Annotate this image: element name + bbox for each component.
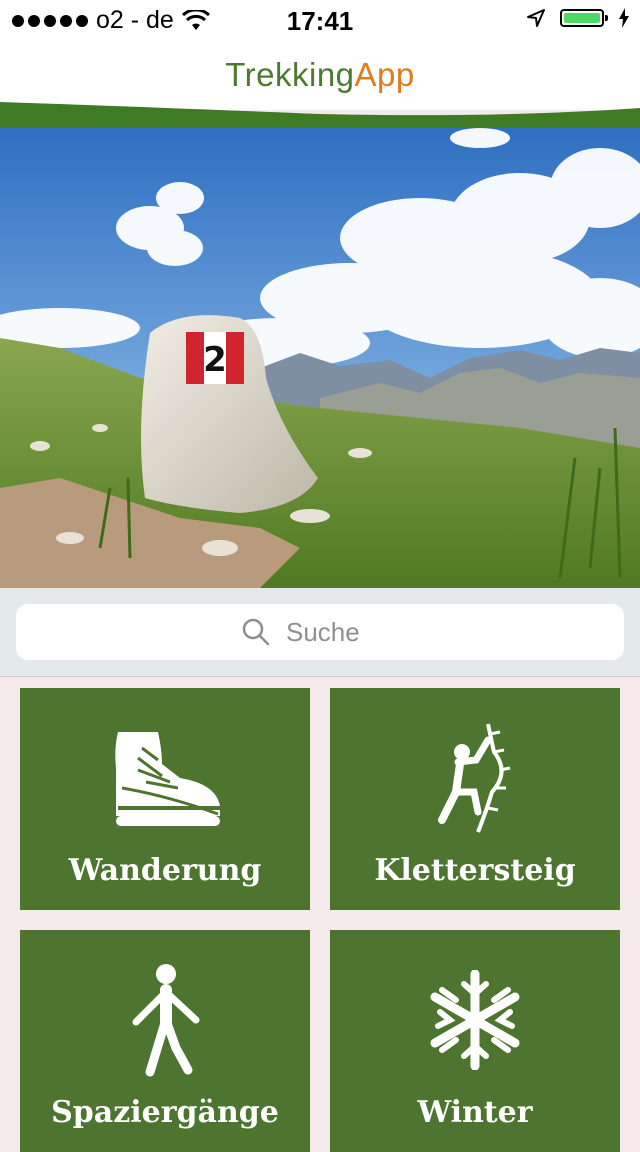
trail-marker-number: 2	[203, 340, 227, 380]
climber-icon	[438, 723, 511, 833]
charging-bolt-icon	[619, 8, 629, 28]
search-bar[interactable]	[16, 604, 624, 660]
location-arrow-icon	[527, 9, 545, 27]
app-title-app: App	[354, 56, 415, 93]
category-label: Spaziergänge	[51, 1095, 279, 1130]
category-label: Klettersteig	[374, 853, 576, 888]
status-bar: o2 - de 17:41	[0, 0, 640, 40]
category-tile-spaziergaenge[interactable]: Spaziergänge	[20, 930, 310, 1152]
category-tile-wanderung[interactable]: Wanderung	[20, 688, 310, 910]
walking-person-icon	[132, 964, 200, 1077]
search-icon	[242, 618, 270, 646]
category-label: Winter	[417, 1095, 533, 1130]
hiking-boot-icon	[115, 732, 220, 826]
category-label: Wanderung	[68, 853, 262, 888]
snowflake-icon	[430, 970, 520, 1070]
status-right	[526, 8, 630, 28]
battery-icon	[560, 9, 608, 27]
category-tile-winter[interactable]: Winter	[330, 930, 620, 1152]
app-title-trekking: Trekking	[225, 56, 355, 93]
search-area	[0, 588, 640, 677]
search-input[interactable]	[284, 615, 398, 649]
category-tile-klettersteig[interactable]: Klettersteig	[330, 688, 620, 910]
hero-image: 2	[0, 128, 640, 588]
app-title: TrekkingApp	[0, 56, 640, 94]
